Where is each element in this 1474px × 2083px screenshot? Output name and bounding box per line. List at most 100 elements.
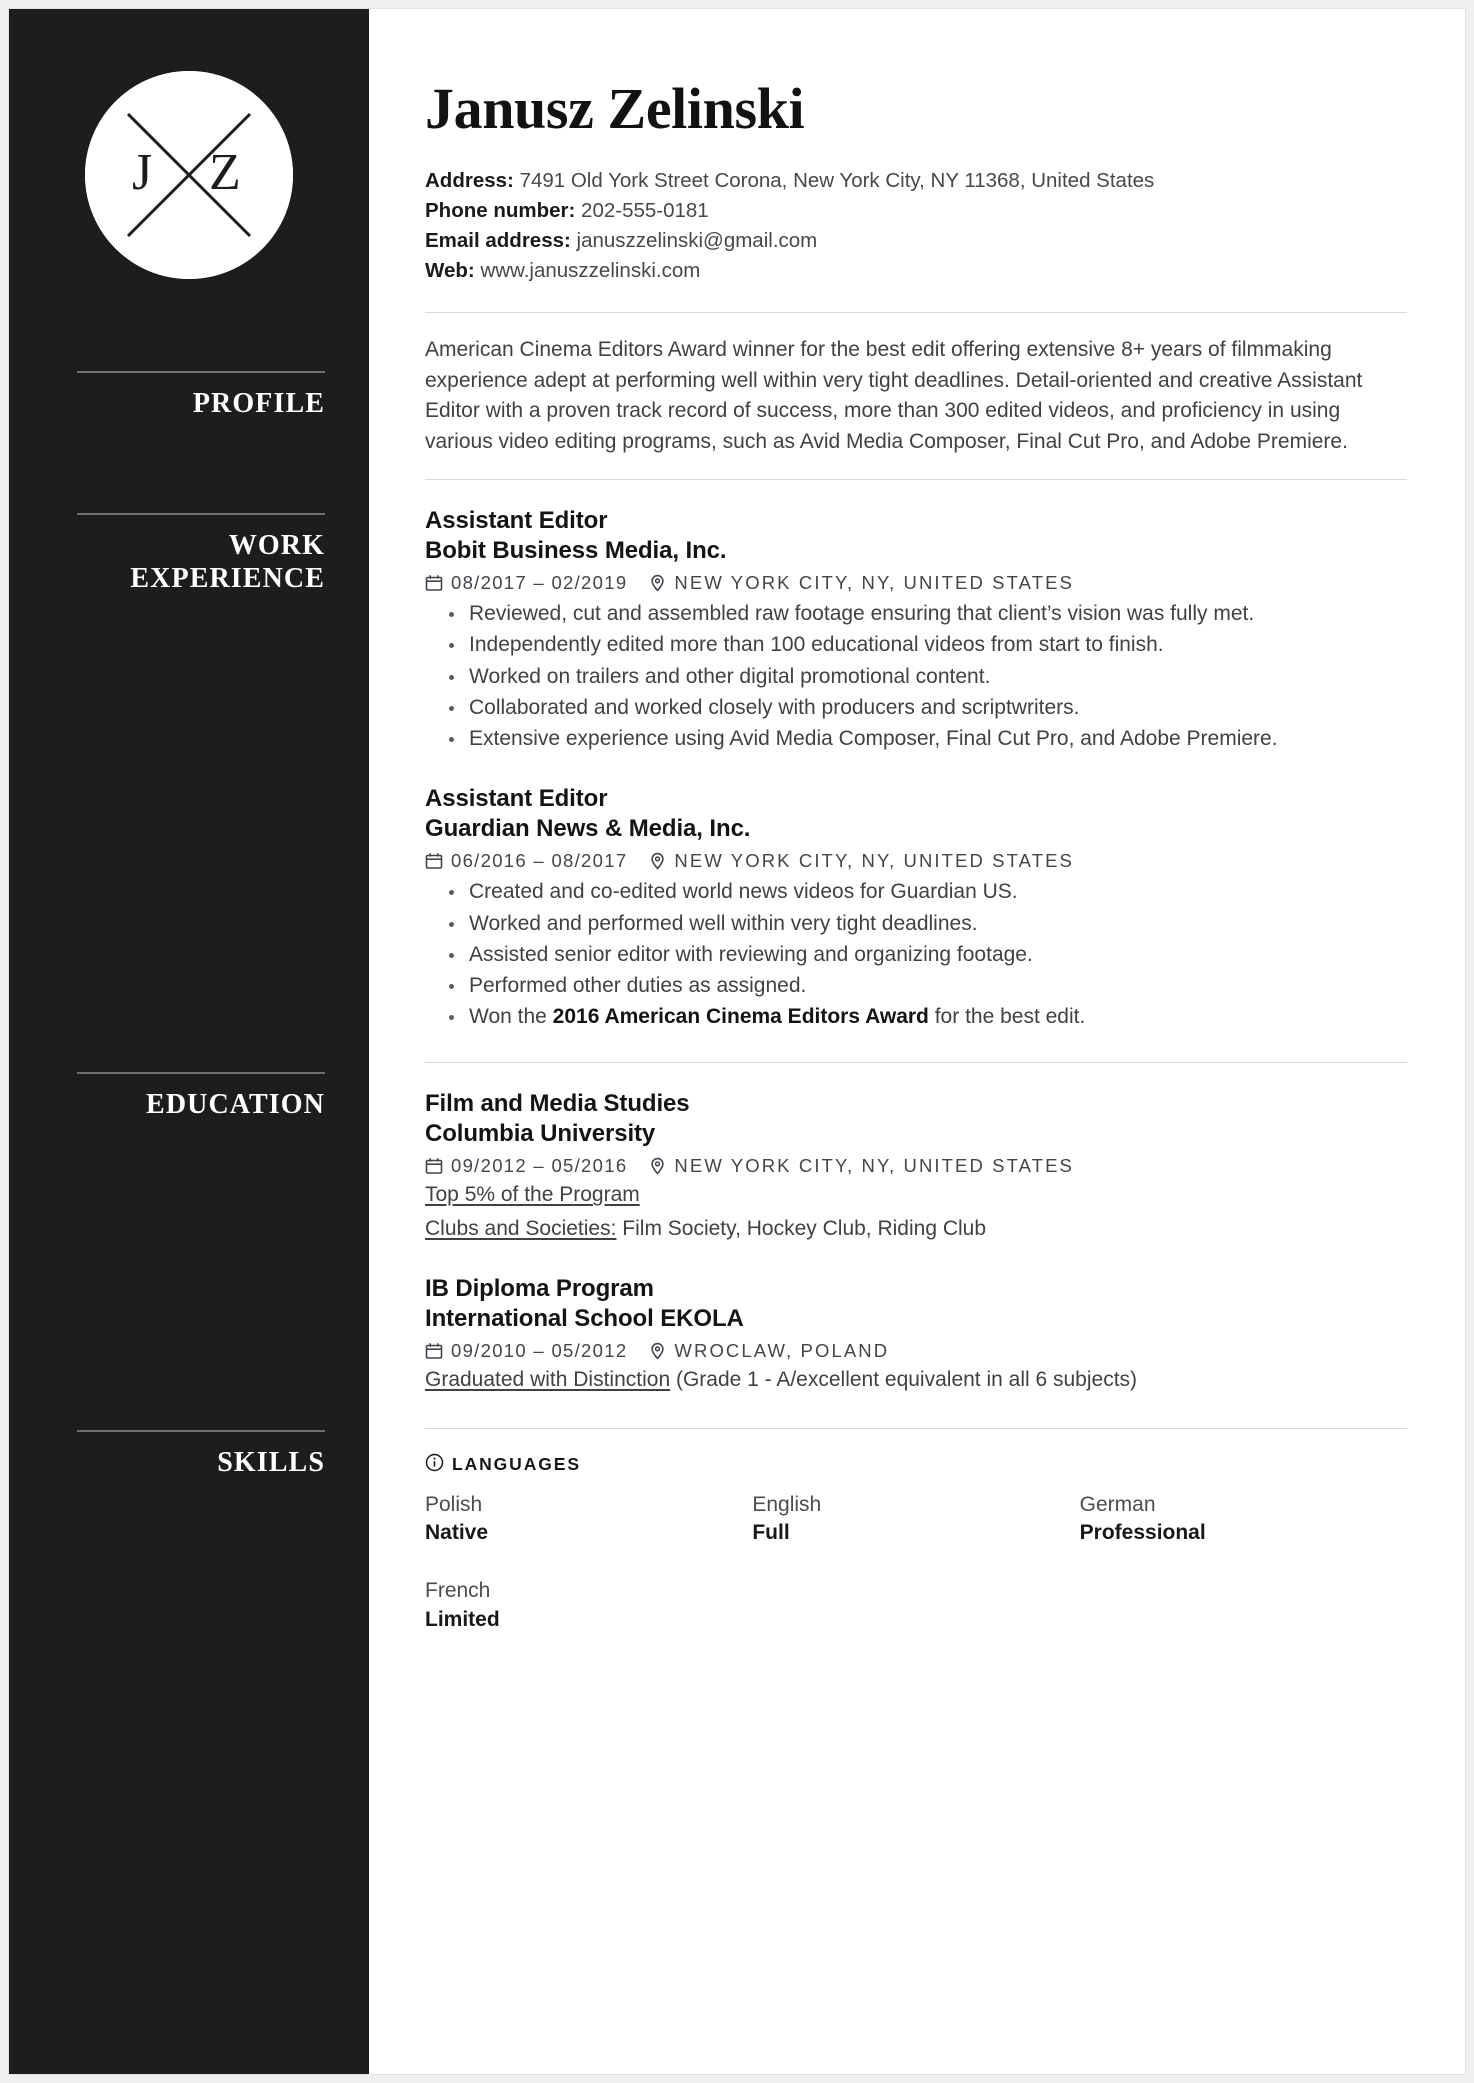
monogram-logo: J Z (85, 71, 293, 279)
work-entry: Assistant Editor Guardian News & Media, … (425, 784, 1407, 1032)
sidebar-label-work-experience: WORK EXPERIENCE (9, 515, 369, 595)
contact-web-label: Web: (425, 259, 475, 283)
bullet-item: Worked on trailers and other digital pro… (447, 662, 1407, 692)
skills-group-label: LANGUAGES (452, 1454, 581, 1475)
education-note: Top 5% of the Program (425, 1180, 1407, 1210)
job-meta: 08/2017 – 02/2019 NEW YORK CITY, NY, UNI… (425, 572, 1407, 594)
job-title: Assistant Editor (425, 507, 608, 535)
language-item: English Full (752, 1491, 1079, 1548)
profile-summary: American Cinema Editors Award winner for… (425, 338, 1363, 453)
contact-address-value: 7491 Old York Street Corona, New York Ci… (519, 168, 1155, 192)
education-note-underlined: Clubs and Societies: (425, 1216, 617, 1240)
location-pin-icon (649, 574, 666, 592)
calendar-icon (425, 574, 443, 592)
language-name: Polish (425, 1492, 483, 1516)
skills-group-header: LANGUAGES (425, 1453, 1407, 1477)
contact-email: Email address: januszzelinski@gmail.com (425, 226, 1407, 256)
language-item: German Professional (1080, 1491, 1407, 1548)
contact-web-value: www.januszzelinski.com (480, 259, 701, 283)
language-name: German (1079, 1492, 1156, 1516)
contact-phone-label: Phone number: (425, 199, 576, 223)
education-note: Graduated with Distinction (Grade 1 - A/… (425, 1365, 1407, 1395)
bullet-post: for the best edit. (928, 1005, 1086, 1029)
education-location: NEW YORK CITY, NY, UNITED STATES (674, 1155, 1074, 1177)
education-note-underlined: Graduated with Distinction (425, 1368, 671, 1392)
page-title: Janusz Zelinski (425, 76, 805, 141)
job-date-range: 08/2017 – 02/2019 (451, 572, 628, 594)
sidebar-label-education: EDUCATION (146, 1089, 325, 1121)
bullet-item: Created and co-edited world news videos … (447, 877, 1407, 907)
sidebar-label-profile: PROFILE (192, 388, 325, 419)
sidebar-label-skills: SKILLS (217, 1447, 325, 1479)
language-item: French Limited (425, 1577, 752, 1634)
job-organization: Guardian News & Media, Inc. (425, 815, 751, 843)
bullet-item: Independently edited more than 100 educa… (447, 630, 1407, 660)
language-level: Full (752, 1521, 790, 1545)
language-level: Professional (1079, 1521, 1206, 1545)
section-work-experience: Assistant Editor Bobit Business Media, I… (425, 480, 1407, 1032)
bullet-pre: Won the (469, 1005, 553, 1029)
job-organization: Bobit Business Media, Inc. (425, 537, 727, 565)
logo-container: J Z (9, 9, 369, 279)
sidebar-section-profile: PROFILE (9, 371, 369, 420)
sidebar-label-work-line2: EXPERIENCE (130, 563, 325, 595)
degree-title: IB Diploma Program (425, 1275, 654, 1303)
calendar-icon (425, 852, 443, 870)
education-note: Clubs and Societies: Film Society, Hocke… (425, 1214, 1407, 1244)
logo-initial-left: J (132, 144, 152, 201)
job-bullets: Reviewed, cut and assembled raw footage … (425, 599, 1407, 754)
sidebar-section-education: EDUCATION (9, 1072, 369, 1121)
location-pin-icon (649, 852, 666, 870)
contact-block: Address: 7491 Old York Street Corona, Ne… (425, 166, 1407, 287)
education-note-underlined: Top 5% of the Program (425, 1183, 640, 1207)
sidebar-section-work-experience: WORK EXPERIENCE (9, 513, 369, 595)
bullet-item: Performed other duties as assigned. (447, 971, 1407, 1001)
sidebar-label-work-line1: WORK (228, 530, 325, 562)
main-content: Janusz Zelinski Address: 7491 Old York S… (369, 9, 1465, 2074)
language-name: French (425, 1579, 491, 1603)
school-name: Columbia University (425, 1120, 656, 1148)
education-location: WROCLAW, POLAND (674, 1340, 890, 1362)
language-name: English (752, 1492, 822, 1516)
contact-phone-value: 202-555-0181 (581, 199, 709, 223)
resume-page: J Z PROFILE WORK EXPERIENCE EDUCATION SK… (0, 0, 1474, 2083)
logo-initial-right: Z (209, 144, 241, 201)
education-note-rest: Film Society, Hockey Club, Riding Club (616, 1216, 987, 1240)
job-bullets: Created and co-edited world news videos … (425, 877, 1407, 1032)
education-entry: Film and Media Studies Columbia Universi… (425, 1089, 1407, 1244)
language-level: Limited (425, 1607, 500, 1631)
job-meta: 06/2016 – 08/2017 NEW YORK CITY, NY, UNI… (425, 850, 1407, 872)
job-date-range: 06/2016 – 08/2017 (451, 850, 628, 872)
sidebar: J Z PROFILE WORK EXPERIENCE EDUCATION SK… (9, 9, 369, 2074)
contact-email-label: Email address: (425, 229, 571, 253)
language-level: Native (425, 1521, 489, 1545)
bullet-item: Reviewed, cut and assembled raw footage … (447, 599, 1407, 629)
section-profile: American Cinema Editors Award winner for… (425, 313, 1407, 457)
location-pin-icon (649, 1157, 666, 1176)
location-pin-icon (649, 1342, 666, 1360)
job-location: NEW YORK CITY, NY, UNITED STATES (674, 572, 1074, 594)
info-icon (425, 1453, 444, 1477)
contact-address: Address: 7491 Old York Street Corona, Ne… (425, 166, 1407, 196)
bullet-item: Extensive experience using Avid Media Co… (447, 724, 1407, 754)
resume-sheet: J Z PROFILE WORK EXPERIENCE EDUCATION SK… (8, 8, 1466, 2075)
education-note-rest: (Grade 1 - A/excellent equivalent in all… (670, 1368, 1138, 1392)
job-location: NEW YORK CITY, NY, UNITED STATES (674, 850, 1074, 872)
education-date-range: 09/2012 – 05/2016 (451, 1155, 628, 1177)
bullet-item: Worked and performed well within very ti… (447, 909, 1407, 939)
degree-title: Film and Media Studies (425, 1090, 690, 1118)
job-title: Assistant Editor (425, 785, 608, 813)
education-entry: IB Diploma Program International School … (425, 1274, 1407, 1395)
languages-grid: Polish Native English Full German Profes… (425, 1491, 1407, 1634)
contact-email-value: januszzelinski@gmail.com (576, 229, 818, 253)
contact-address-label: Address: (425, 168, 514, 192)
contact-phone: Phone number: 202-555-0181 (425, 196, 1407, 226)
school-name: International School EKOLA (425, 1305, 744, 1333)
education-meta: 09/2010 – 05/2012 WROCLAW, POLAND (425, 1340, 1407, 1362)
bullet-item: Assisted senior editor with reviewing an… (447, 940, 1407, 970)
calendar-icon (425, 1157, 443, 1175)
bullet-item: Collaborated and worked closely with pro… (447, 693, 1407, 723)
contact-web: Web: www.januszzelinski.com (425, 256, 1407, 286)
education-date-range: 09/2010 – 05/2012 (451, 1340, 628, 1362)
sidebar-section-skills: SKILLS (9, 1430, 369, 1479)
